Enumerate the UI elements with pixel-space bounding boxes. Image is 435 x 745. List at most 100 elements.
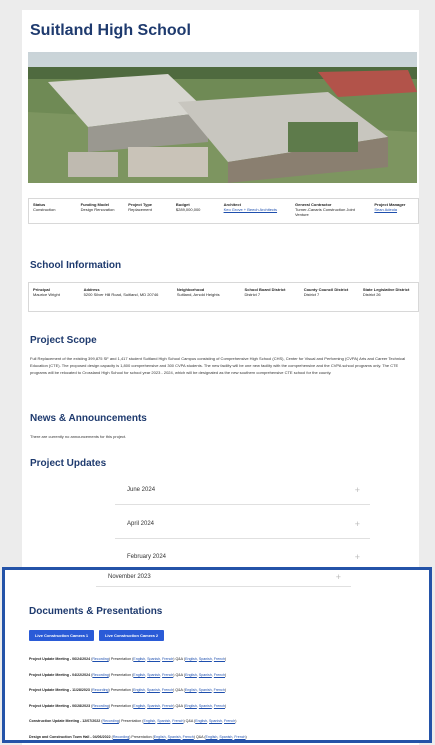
project-updates-heading: Project Updates (30, 458, 107, 469)
document-row-text: ) (225, 703, 227, 708)
document-row-text: ) Q&A ( (183, 719, 196, 723)
document-link[interactable]: Recording (92, 657, 108, 661)
architect-link[interactable]: Keo Grove + Beech Architects (224, 207, 277, 212)
document-link[interactable]: English (133, 673, 145, 677)
news-empty-text: There are currently no announcements for… (30, 434, 127, 439)
document-row-text: ) Q&A ( (193, 734, 206, 739)
live-camera-2-button[interactable]: Live Construction Camera 2 (99, 630, 164, 641)
document-row-text: ) (224, 688, 227, 692)
accordion-label: November 2023 (108, 574, 151, 580)
document-row-text: ) Q&A ( (173, 672, 186, 677)
document-link[interactable]: English (133, 704, 145, 708)
document-link[interactable]: Spanish (157, 719, 170, 723)
hero-image (28, 52, 417, 183)
document-link[interactable]: Spanish (199, 657, 212, 661)
school-board-district-value: District 7 (244, 292, 261, 297)
document-link[interactable]: French (234, 735, 245, 739)
page-background: Suitland High School Status Construction… (0, 0, 435, 745)
document-link[interactable]: French (162, 657, 173, 661)
accordion-label: February 2024 (127, 554, 167, 560)
document-row: Project Update Meeting - 04/22/2024 (Rec… (29, 668, 409, 684)
document-link[interactable]: English (133, 657, 145, 661)
plus-icon: + (354, 485, 360, 495)
document-link[interactable]: French (172, 719, 183, 723)
document-link[interactable]: French (224, 719, 235, 723)
project-manager-link[interactable]: Sean Adeola (374, 207, 397, 212)
update-accordion-item[interactable]: June 2024 + (115, 478, 370, 505)
document-row-title: Project Update Meeting - 06/24/2024 (29, 657, 92, 661)
document-link[interactable]: English (185, 657, 197, 661)
document-row-text: ) Presentation ( (129, 734, 154, 739)
document-link[interactable]: English (154, 735, 166, 739)
documents-heading: Documents & Presentations (29, 606, 163, 617)
document-link[interactable]: English (206, 735, 218, 739)
neighborhood-value: Suitland, Arnold Heights (176, 292, 220, 297)
principal-value: Maurice Wright (33, 292, 60, 297)
document-link[interactable]: English (185, 704, 197, 708)
general-contractor-cell: General Contractor Turner-Canaris Constru… (291, 199, 370, 223)
document-link[interactable]: French (214, 673, 225, 677)
document-link[interactable]: English (195, 719, 207, 723)
document-row-text: ) (225, 657, 227, 661)
project-status-bar: Status Construction Funding Model Design R… (28, 198, 419, 224)
document-row: Construction Update Meeting - 12/07/2022… (29, 714, 409, 730)
document-row-text: ) (245, 734, 247, 739)
document-link[interactable]: Spanish (199, 673, 212, 677)
document-row-text: ) Q&A ( (173, 688, 185, 692)
document-link[interactable]: Recording (92, 673, 108, 677)
campus-rendering-image (28, 52, 417, 183)
document-row-title: Project Update Meeting - 11/28/2023 (29, 688, 91, 692)
document-link[interactable]: Recording (92, 704, 108, 708)
document-row-title: Project Update Meeting - 04/22/2024 (29, 672, 92, 677)
document-link[interactable]: French (214, 704, 225, 708)
document-row-title: Construction Update Meeting - 12/07/2022 (29, 719, 102, 723)
accordion-label: June 2024 (127, 487, 156, 493)
document-link[interactable]: French (162, 688, 173, 692)
plus-icon: + (354, 552, 360, 562)
document-link[interactable]: Spanish (219, 735, 232, 739)
document-link[interactable]: French (214, 688, 225, 692)
document-link[interactable]: Spanish (147, 657, 160, 661)
update-accordion-item[interactable]: April 2024 + (115, 512, 370, 539)
document-row-text: ) Presentation ( (118, 719, 144, 723)
county-council-district-value: District 7 (303, 292, 320, 297)
county-council-district-cell: County Council District District 7 (300, 283, 359, 311)
document-link[interactable]: English (143, 719, 155, 723)
document-row-text: ) Presentation ( (108, 688, 134, 692)
document-row: Design and Construction Town Hall - 04/0… (29, 730, 409, 745)
update-accordion-item[interactable]: November 2023 + (96, 570, 351, 587)
document-link[interactable]: Recording (103, 719, 119, 723)
document-link[interactable]: French (214, 657, 225, 661)
document-link[interactable]: Spanish (147, 688, 160, 692)
document-link[interactable]: French (183, 735, 194, 739)
funding-model-cell: Funding Model Design Renovation (77, 199, 125, 223)
address-cell: Address 5200 Silver Hill Road, Suitland, … (80, 283, 173, 311)
document-link[interactable]: Spanish (147, 704, 160, 708)
school-info-bar: Principal Maurice Wright Address 5200 Silv… (28, 282, 419, 312)
document-link[interactable]: French (162, 704, 173, 708)
plus-icon: + (354, 519, 360, 529)
document-link[interactable]: Spanish (209, 719, 222, 723)
school-info-heading: School Information (30, 260, 122, 271)
document-row-title: Project Update Meeting - 06/28/2023 (29, 703, 92, 708)
document-link[interactable]: English (133, 688, 145, 692)
document-row-text: ) Q&A ( (173, 703, 186, 708)
document-link[interactable]: Recording (92, 688, 108, 692)
document-link[interactable]: Recording (113, 735, 129, 739)
document-link[interactable]: Spanish (168, 735, 181, 739)
document-row-text: ) Q&A ( (173, 657, 186, 661)
document-link[interactable]: Spanish (199, 688, 212, 692)
state-legislative-district-cell: State Legislative District District 26 (359, 283, 418, 311)
document-link[interactable]: French (162, 673, 173, 677)
document-row-text: ) Presentation ( (108, 672, 134, 677)
document-link[interactable]: English (185, 673, 197, 677)
document-link[interactable]: Spanish (147, 673, 160, 677)
live-camera-1-button[interactable]: Live Construction Camera 1 (29, 630, 94, 641)
document-row: Project Update Meeting - 11/28/2023 (Rec… (29, 683, 409, 699)
document-link[interactable]: English (185, 688, 197, 692)
document-row-text: ) Presentation ( (108, 657, 134, 661)
general-contractor-value: Turner-Canaris Construction Joint Ventur… (294, 207, 355, 217)
document-link[interactable]: Spanish (199, 704, 212, 708)
document-row-text: ) (225, 672, 227, 677)
school-board-district-cell: School Board District District 7 (241, 283, 300, 311)
